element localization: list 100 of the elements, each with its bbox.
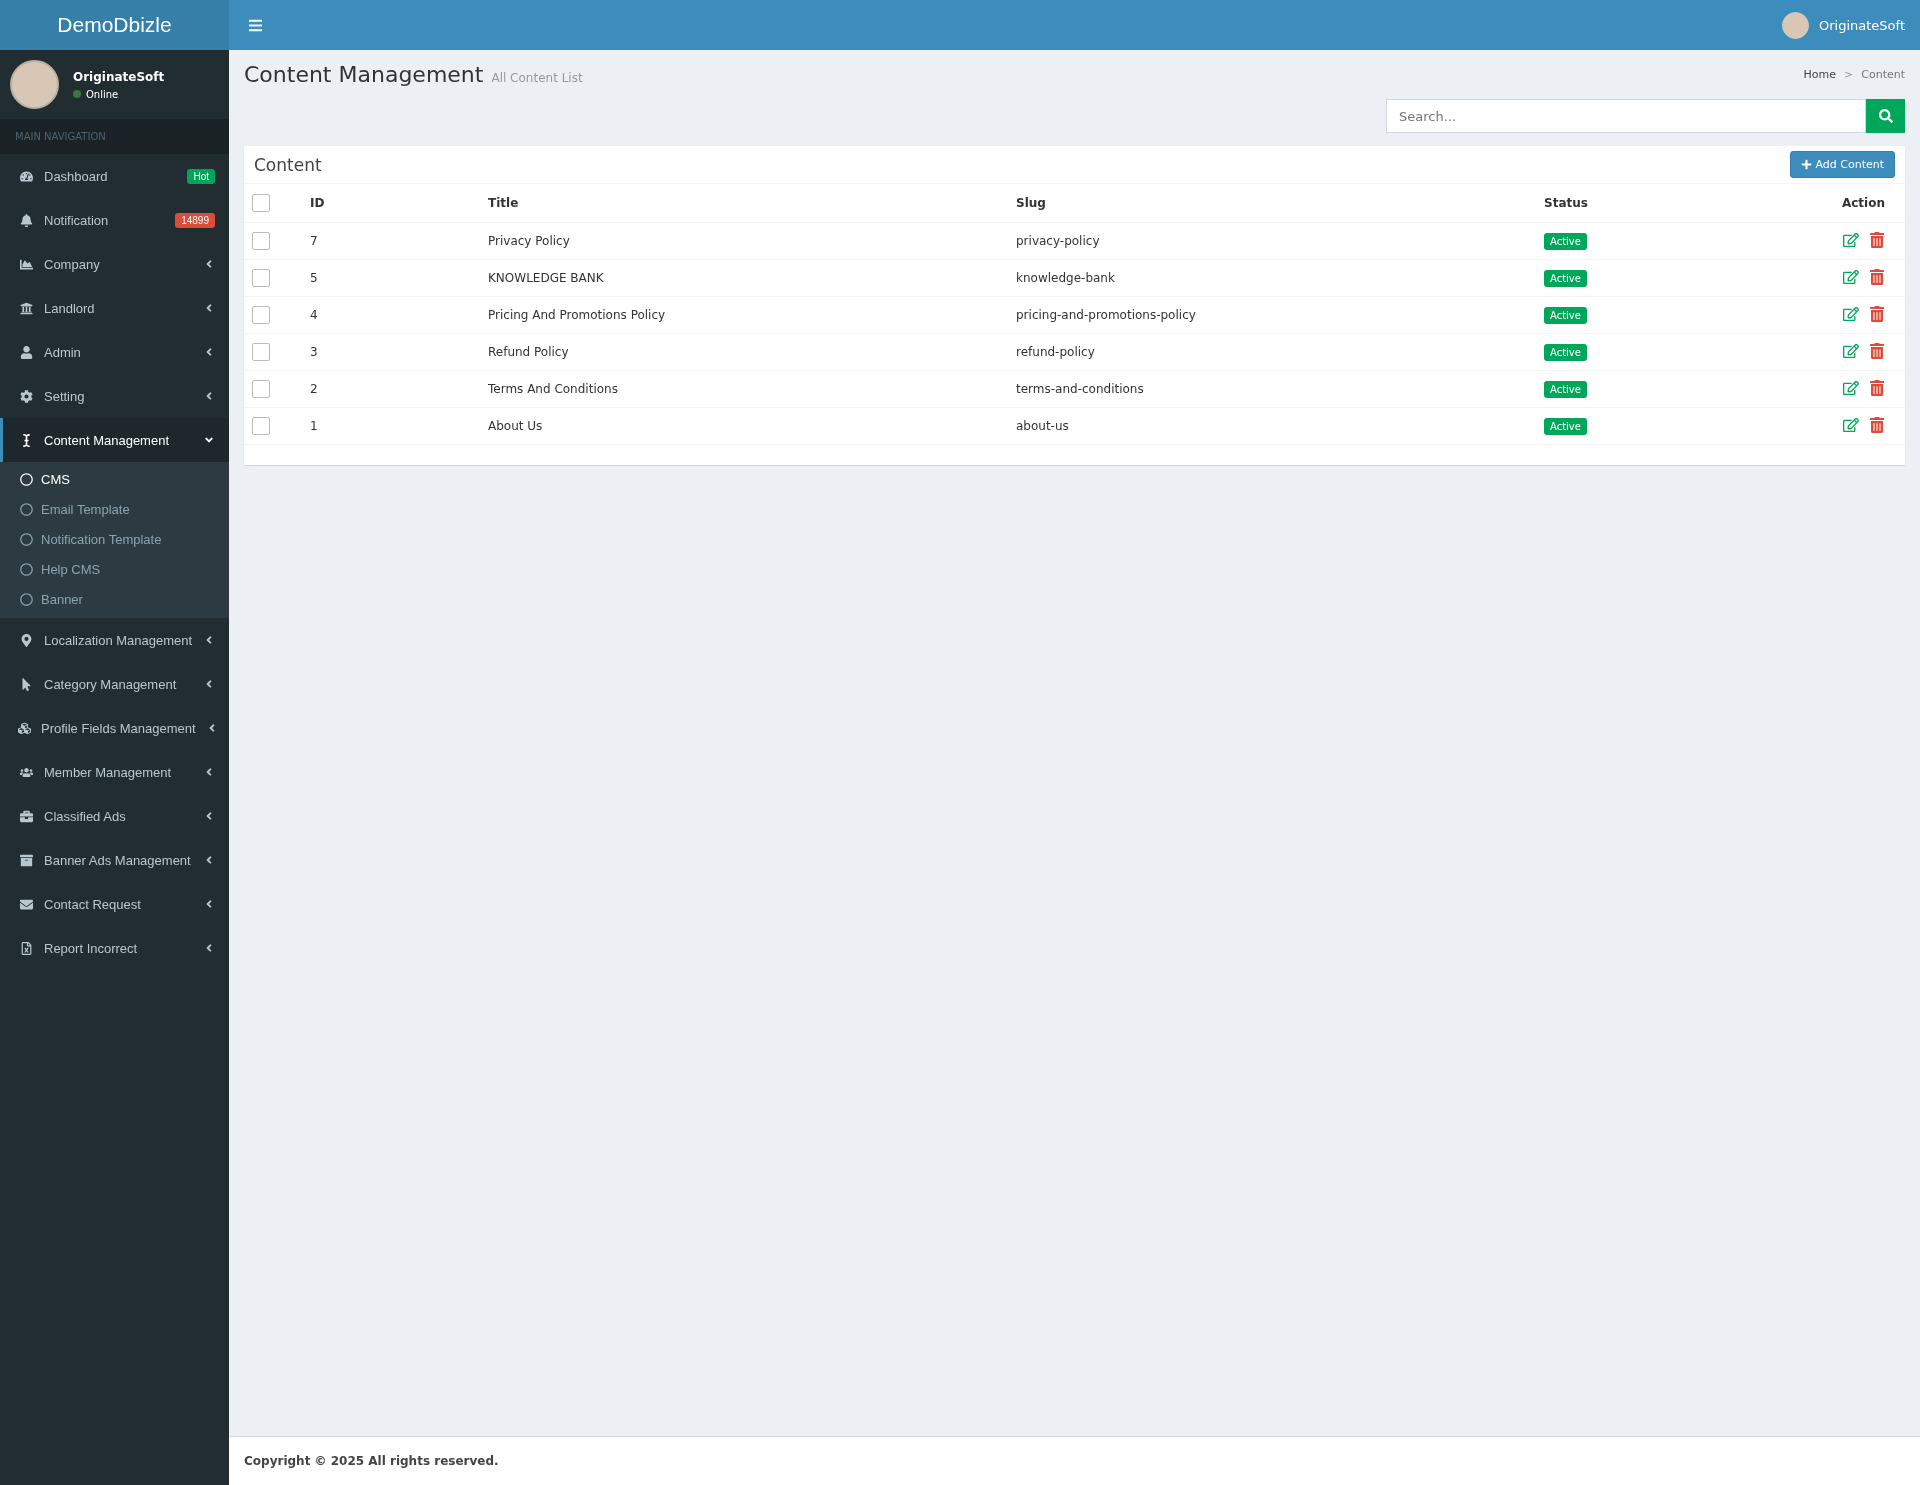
menu-label: Dashboard	[44, 168, 109, 184]
sidebar-item[interactable]: Landlord	[0, 286, 229, 330]
sidebar-item[interactable]: Profile Fields Management	[0, 706, 229, 750]
table-cell: 4	[302, 296, 480, 334]
trash-icon[interactable]	[1869, 379, 1885, 396]
menu-label: Localization Management	[44, 632, 193, 648]
plus-icon	[1801, 159, 1813, 170]
search-field[interactable]: Search...	[1386, 99, 1866, 133]
count-badge: 14899	[175, 212, 215, 228]
trash-icon[interactable]	[1869, 231, 1885, 248]
sidebar-item[interactable]: Member Management	[0, 750, 229, 794]
trash-icon[interactable]	[1869, 342, 1885, 359]
count-badge: Hot	[187, 168, 215, 184]
sidebar-item[interactable]: Contact Request	[0, 882, 229, 926]
trash-icon[interactable]	[1869, 268, 1885, 285]
sidebar-item[interactable]: Notification 14899	[0, 198, 229, 242]
sidebar-item[interactable]: Banner Ads Management	[0, 838, 229, 882]
breadcrumb-separator: >	[1844, 68, 1854, 81]
menu-label: Member Management	[44, 764, 173, 780]
search-button[interactable]	[1866, 99, 1905, 133]
menu-label: Company	[44, 256, 101, 272]
column-header: ID	[302, 184, 480, 223]
column-header: Action	[1721, 184, 1905, 223]
footer-text: Copyright © 2025 All rights reserved.	[229, 1436, 1920, 1485]
avatar-icon	[1782, 11, 1809, 39]
sidebar-item[interactable]: Company	[0, 242, 229, 286]
menu-item-icon	[18, 765, 34, 779]
sidebar-item[interactable]: Category Management	[0, 662, 229, 706]
table-cell: Refund Policy	[480, 333, 1008, 371]
checkbox[interactable]	[252, 380, 270, 398]
checkbox[interactable]	[252, 269, 270, 287]
submenu-item[interactable]: Help CMS	[0, 554, 229, 584]
table-cell: Privacy Policy	[480, 222, 1008, 260]
menu-item-icon	[18, 389, 34, 403]
table-cell: terms-and-conditions	[1008, 370, 1536, 408]
checkbox[interactable]	[252, 306, 270, 324]
sidebar-item[interactable]: Dashboard Hot	[0, 154, 229, 198]
edit-icon[interactable]	[1843, 231, 1859, 248]
status-badge: Active	[1544, 233, 1587, 250]
avatar	[10, 60, 59, 109]
page-subtitle: All Content List	[491, 71, 583, 85]
column-header: Title	[480, 184, 1008, 223]
sidebar-item[interactable]: Admin	[0, 330, 229, 374]
sidebar-item[interactable]: Localization Management	[0, 618, 229, 662]
submenu-item[interactable]: Banner	[0, 584, 229, 614]
menu-label: Banner Ads Management	[44, 852, 192, 868]
user-menu[interactable]: OriginateSoft	[1782, 11, 1905, 39]
edit-icon[interactable]	[1843, 268, 1859, 285]
user-status: Online	[86, 88, 119, 100]
menu-label: Classified Ads	[44, 808, 127, 824]
sidebar-item[interactable]: Content Management	[0, 418, 229, 462]
edit-icon[interactable]	[1843, 305, 1859, 322]
table-cell: 7	[302, 222, 480, 260]
status-badge: Active	[1544, 418, 1587, 435]
breadcrumb-link[interactable]: Home	[1803, 68, 1837, 81]
menu-label: Setting	[44, 388, 86, 404]
checkbox[interactable]	[252, 232, 270, 250]
menu-item-icon	[18, 345, 34, 359]
sidebar-item[interactable]: Classified Ads	[0, 794, 229, 838]
section-label: MAIN NAVIGATION	[0, 119, 229, 154]
table-cell: knowledge-bank	[1008, 259, 1536, 297]
column-header: Slug	[1008, 184, 1536, 223]
submenu-item[interactable]: Email Template	[0, 494, 229, 524]
table-cell: 2	[302, 370, 480, 408]
add-content-button[interactable]: Add Content	[1790, 151, 1895, 178]
menu-item-icon	[18, 721, 31, 735]
trash-icon[interactable]	[1869, 416, 1885, 433]
sidebar-item[interactable]: Report Incorrect	[0, 926, 229, 970]
edit-icon[interactable]	[1843, 342, 1859, 359]
submenu-item[interactable]: Notification Template	[0, 524, 229, 554]
brand-logo[interactable]: DemoDbizle	[0, 0, 229, 50]
menu-item-icon	[18, 169, 34, 183]
user-name: OriginateSoft	[73, 69, 165, 84]
status-badge: Active	[1544, 307, 1587, 324]
submenu-item[interactable]: CMS	[0, 464, 229, 494]
status-badge: Active	[1544, 270, 1587, 287]
menu-item-icon	[18, 257, 34, 271]
table-cell: privacy-policy	[1008, 222, 1536, 260]
edit-icon[interactable]	[1843, 379, 1859, 396]
page-title: Content Management	[244, 62, 484, 87]
trash-icon[interactable]	[1869, 305, 1885, 322]
table-cell: About Us	[480, 407, 1008, 445]
menu-item-icon	[18, 853, 34, 867]
table-cell: Terms And Conditions	[480, 370, 1008, 408]
checkbox[interactable]	[252, 343, 270, 361]
edit-icon[interactable]	[1843, 416, 1859, 433]
menu-label: Category Management	[44, 676, 178, 692]
search-icon	[1878, 109, 1893, 123]
column-header: Status	[1536, 184, 1722, 223]
checkbox[interactable]	[252, 417, 270, 435]
checkbox[interactable]	[252, 194, 270, 212]
table-cell: KNOWLEDGE BANK	[480, 259, 1008, 297]
breadcrumb-link[interactable]: Content	[1861, 68, 1905, 81]
menu-label: Content Management	[44, 432, 171, 448]
sidebar-item[interactable]: Setting	[0, 374, 229, 418]
status-badge: Active	[1544, 381, 1587, 398]
menu-label: Admin	[44, 344, 82, 360]
menu-label: Notification	[44, 212, 110, 228]
menu-label: Profile Fields Management	[41, 720, 196, 736]
menu-item-icon	[18, 213, 34, 227]
